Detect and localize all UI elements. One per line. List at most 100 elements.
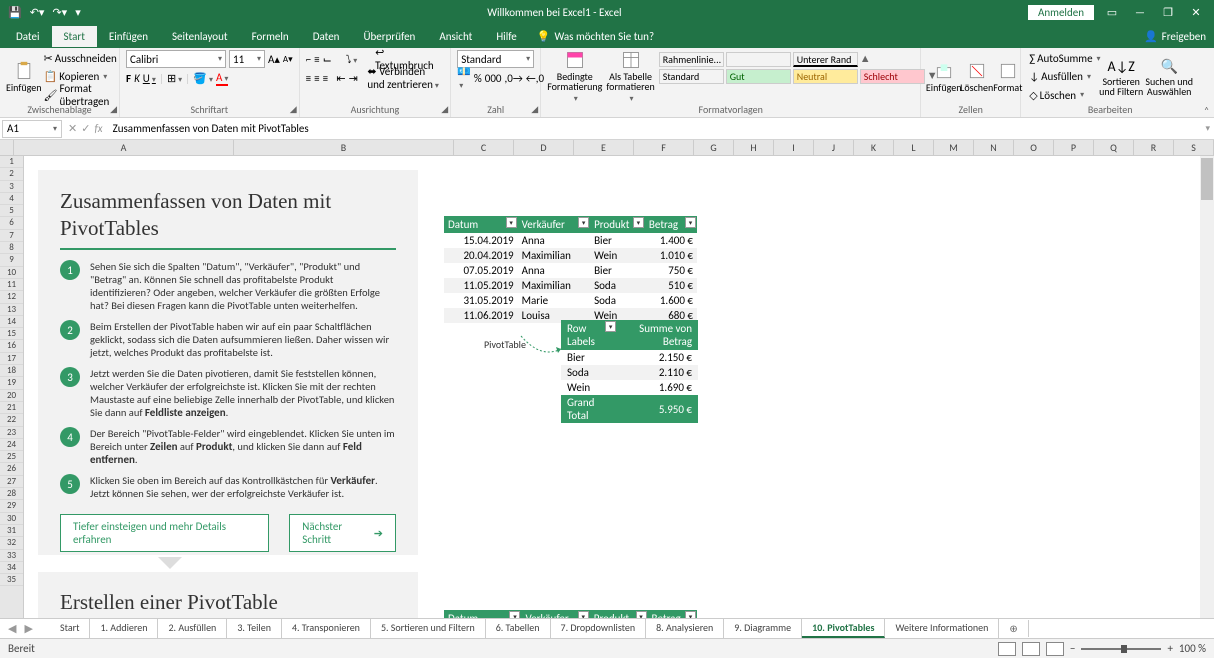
filter-icon[interactable]: ▾: [633, 217, 644, 228]
fill-color-icon[interactable]: 🪣▾: [193, 72, 213, 85]
fill-button[interactable]: ↓Ausfüllen▾: [1027, 68, 1097, 85]
table-header[interactable]: Produkt▾: [590, 216, 645, 233]
row-header[interactable]: 33: [0, 550, 23, 562]
cell-style-gut[interactable]: Gut: [726, 69, 791, 84]
scroll-up-icon[interactable]: ▲: [860, 52, 871, 65]
close-icon[interactable]: ✕: [1188, 6, 1204, 19]
percent-icon[interactable]: %: [474, 72, 482, 85]
find-select-button[interactable]: 🔍Suchen und Auswählen: [1145, 50, 1193, 104]
row-header[interactable]: 34: [0, 562, 23, 574]
col-header[interactable]: O: [1014, 140, 1054, 155]
row-header[interactable]: 23: [0, 427, 23, 439]
pivot-table[interactable]: Row Labels▾Summe von BetragBier2.150 €So…: [561, 320, 698, 423]
minimize-icon[interactable]: —: [1132, 6, 1148, 19]
sheet-tab[interactable]: 1. Addieren: [90, 619, 158, 638]
row-header[interactable]: 7: [0, 230, 23, 242]
autosum-button[interactable]: ∑AutoSumme▾: [1027, 50, 1097, 67]
decrease-font-icon[interactable]: A▾: [283, 54, 293, 65]
col-header[interactable]: P: [1054, 140, 1094, 155]
row-header[interactable]: 3: [0, 181, 23, 193]
tab-seitenlayout[interactable]: Seitenlayout: [160, 26, 240, 47]
table-header[interactable]: Betrag▾: [645, 216, 697, 233]
tab-ansicht[interactable]: Ansicht: [427, 26, 484, 47]
sample-data-table-2[interactable]: Datum▾Verkäufer▾Produkt▾Betrag▾15.04.201…: [444, 610, 697, 618]
col-header[interactable]: A: [14, 140, 234, 155]
row-header[interactable]: 4: [0, 193, 23, 205]
col-header[interactable]: I: [774, 140, 814, 155]
filter-icon[interactable]: ▾: [578, 611, 589, 618]
row-header[interactable]: 9: [0, 254, 23, 266]
font-color-icon[interactable]: A▾: [216, 71, 228, 86]
sheet-tab[interactable]: 5. Sortieren und Filtern: [371, 619, 486, 638]
row-header[interactable]: 22: [0, 414, 23, 426]
row-header[interactable]: 21: [0, 402, 23, 414]
col-header[interactable]: E: [574, 140, 634, 155]
col-header[interactable]: Q: [1094, 140, 1134, 155]
sheet-tab[interactable]: 6. Tabellen: [486, 619, 551, 638]
border-icon[interactable]: ⊞▾: [167, 72, 182, 85]
save-icon[interactable]: 💾: [8, 6, 22, 19]
row-header[interactable]: 19: [0, 377, 23, 389]
row-header[interactable]: 13: [0, 304, 23, 316]
sheet-tab[interactable]: 3. Teilen: [227, 619, 282, 638]
bold-button[interactable]: F: [126, 72, 131, 85]
row-header[interactable]: 11: [0, 279, 23, 291]
col-header[interactable]: M: [934, 140, 974, 155]
dialog-launcher-icon[interactable]: ◢: [290, 104, 297, 115]
filter-icon[interactable]: ▾: [636, 611, 647, 618]
sheet-tab[interactable]: 8. Analysieren: [646, 619, 724, 638]
cell-style-schlecht[interactable]: Schlecht: [860, 69, 925, 84]
row-header[interactable]: 29: [0, 500, 23, 512]
merge-center-button[interactable]: ⬌ Verbinden und zentrieren▾: [367, 65, 444, 91]
cell-style[interactable]: Unterer Rand: [793, 52, 858, 67]
col-header[interactable]: S: [1174, 140, 1214, 155]
maximize-icon[interactable]: ❐: [1160, 6, 1176, 19]
next-step-button[interactable]: Nächster Schritt➔: [289, 514, 396, 552]
col-header[interactable]: R: [1134, 140, 1174, 155]
table-row[interactable]: 31.05.2019MarieSoda1.600 €: [444, 293, 697, 308]
page-layout-view-icon[interactable]: [1022, 642, 1040, 656]
paste-button[interactable]: Einfügen: [6, 50, 42, 104]
sheet-tab[interactable]: 2. Ausfüllen: [158, 619, 227, 638]
zoom-slider[interactable]: [1081, 648, 1161, 650]
format-as-table-button[interactable]: Als Tabelle formatieren▾: [606, 50, 654, 104]
pivot-header[interactable]: Summe von Betrag: [617, 320, 698, 350]
row-header[interactable]: 2: [0, 168, 23, 180]
align-middle-icon[interactable]: ≡: [314, 53, 319, 66]
share-button[interactable]: 👤Freigeben: [1144, 30, 1206, 43]
tab-start[interactable]: Start: [52, 26, 97, 47]
orientation-icon[interactable]: ⭝▾: [346, 53, 358, 66]
increase-indent-icon[interactable]: ⇥: [349, 72, 358, 85]
align-top-icon[interactable]: ⌐: [306, 53, 311, 66]
row-header[interactable]: 8: [0, 242, 23, 254]
row-header[interactable]: 6: [0, 217, 23, 229]
delete-cells-button[interactable]: Löschen: [960, 50, 993, 104]
table-header[interactable]: Datum▾: [444, 216, 518, 233]
row-header[interactable]: 26: [0, 463, 23, 475]
tellme-search[interactable]: 💡Was möchten Sie tun?: [537, 30, 654, 43]
tab-formeln[interactable]: Formeln: [240, 26, 301, 47]
worksheet-canvas[interactable]: Zusammenfassen von Daten mit PivotTables…: [24, 156, 1214, 618]
format-painter-button[interactable]: 🖌Format übertragen: [42, 86, 119, 104]
sort-filter-button[interactable]: A↓ZSortieren und Filtern: [1097, 50, 1145, 104]
sheet-nav-prev-icon[interactable]: ◀: [8, 622, 16, 635]
formula-input[interactable]: Zusammenfassen von Daten mit PivotTables: [107, 122, 1206, 135]
undo-icon[interactable]: ↶▾: [30, 6, 45, 19]
tab-datei[interactable]: Datei: [4, 26, 52, 47]
italic-button[interactable]: K: [134, 72, 140, 85]
row-header[interactable]: 32: [0, 537, 23, 549]
name-box[interactable]: A1▾: [2, 120, 62, 138]
row-header[interactable]: 10: [0, 267, 23, 279]
zoom-in-icon[interactable]: +: [1167, 642, 1172, 655]
sample-data-table[interactable]: Datum▾Verkäufer▾Produkt▾Betrag▾15.04.201…: [444, 216, 697, 323]
col-header[interactable]: B: [234, 140, 454, 155]
cell-style[interactable]: [726, 52, 791, 67]
collapse-ribbon-icon[interactable]: ˄: [1199, 48, 1214, 117]
pivot-grand-total[interactable]: Grand Total5.950 €: [561, 395, 698, 423]
col-header[interactable]: K: [854, 140, 894, 155]
signin-button[interactable]: Anmelden: [1028, 5, 1094, 20]
table-header[interactable]: Produkt▾: [590, 610, 648, 618]
row-header[interactable]: 24: [0, 439, 23, 451]
align-center-icon[interactable]: ≡: [314, 72, 319, 85]
pivot-row[interactable]: Wein1.690 €: [561, 380, 698, 395]
